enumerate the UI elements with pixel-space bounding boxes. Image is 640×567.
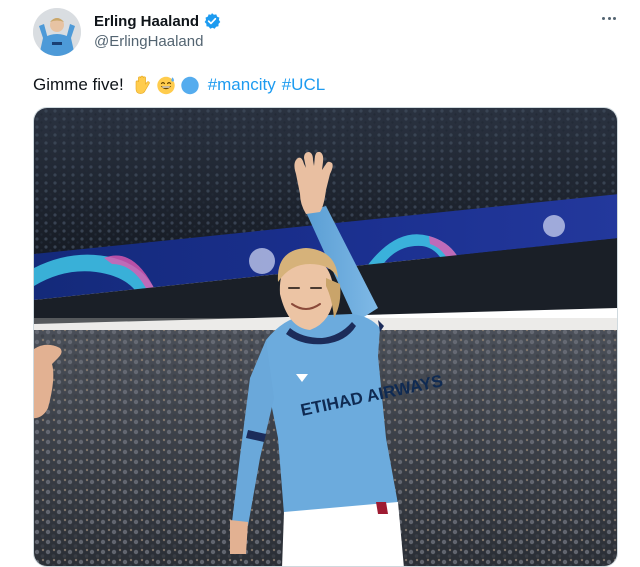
tweet-card: Erling Haaland @ErlingHaaland Gimme five…: [0, 0, 640, 567]
more-dot: [613, 16, 617, 20]
avatar[interactable]: [33, 8, 81, 56]
verified-badge-icon: [203, 12, 221, 30]
tweet-body: Gimme five!: [33, 75, 124, 94]
hashtag-mancity[interactable]: #mancity: [208, 75, 276, 95]
blue-circle-emoji-icon: [180, 75, 200, 95]
more-dot: [601, 16, 605, 20]
tweet-media[interactable]: ETIHAD AIRWAYS: [33, 107, 618, 567]
grinning-sweat-face-emoji-icon: [156, 75, 176, 95]
handle[interactable]: @ErlingHaaland: [94, 33, 203, 50]
display-name[interactable]: Erling Haaland: [94, 13, 199, 30]
tweet-text: Gimme five! #mancity #UCL: [33, 73, 325, 97]
avatar-image: [33, 8, 81, 56]
media-photo: ETIHAD AIRWAYS: [34, 108, 617, 566]
name-row: Erling Haaland: [94, 11, 221, 31]
more-dot: [607, 16, 611, 20]
hashtag-ucl[interactable]: #UCL: [282, 75, 325, 95]
more-options-icon[interactable]: [596, 8, 622, 28]
raised-hand-emoji-icon: [132, 75, 152, 95]
